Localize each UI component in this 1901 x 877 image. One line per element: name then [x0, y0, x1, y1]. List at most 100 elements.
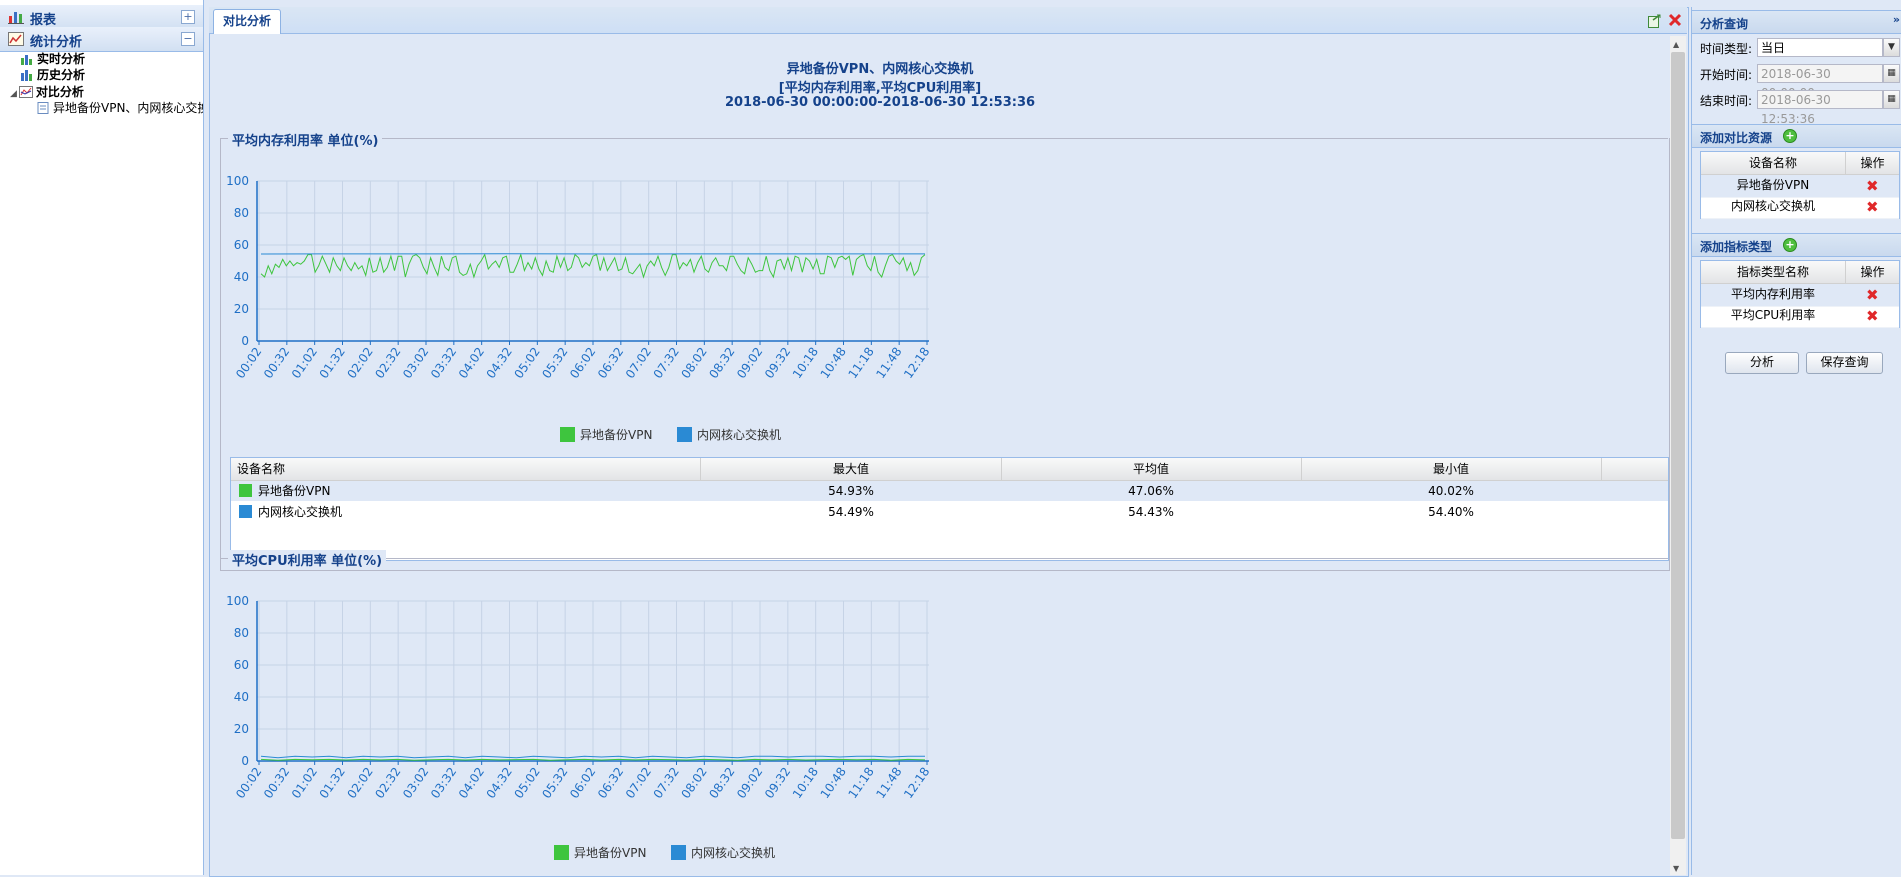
resource-col-action[interactable]: 操作 [1846, 152, 1899, 175]
memory-x-tick-label: 06:02 [567, 345, 598, 381]
list-item[interactable]: 平均内存利用率 ✖ [1701, 284, 1899, 307]
delete-icon[interactable]: ✖ [1866, 179, 1879, 193]
legend-label-switch: 内网核心交换机 [697, 428, 781, 442]
save-query-button[interactable]: 保存查询 [1806, 352, 1883, 374]
scrollbar-thumb[interactable] [1671, 52, 1685, 839]
resource-grid: 设备名称 操作 异地备份VPN ✖ 内网核心交换机 ✖ [1700, 151, 1900, 219]
memory-x-tick-label: 10:18 [790, 345, 821, 381]
cpu-x-tick-label: 00:02 [233, 765, 264, 801]
report-doc-icon [36, 102, 50, 114]
memory-legend-vpn[interactable]: 异地备份VPN [560, 426, 652, 443]
add-metric-icon[interactable]: + [1783, 238, 1797, 252]
memory-y-tick-label: 0 [241, 334, 249, 348]
tree-item-compare[interactable]: ◢对比分析 [10, 83, 84, 100]
scroll-down-icon[interactable]: ▼ [1673, 864, 1679, 873]
cpu-legend-vpn[interactable]: 异地备份VPN [554, 844, 646, 861]
cpu-x-tick-label: 04:32 [484, 765, 515, 801]
cpu-x-tick-label: 05:02 [511, 765, 542, 801]
compare-chart-icon [19, 86, 33, 98]
end-time-field[interactable]: 2018-06-30 12:53:36 [1757, 90, 1883, 109]
expand-icon[interactable]: + [181, 10, 195, 24]
metric-grid: 指标类型名称 操作 平均内存利用率 ✖ 平均CPU利用率 ✖ [1700, 260, 1900, 328]
metric-col-action[interactable]: 操作 [1846, 261, 1899, 284]
dropdown-arrow-icon[interactable]: ▼ [1883, 38, 1900, 57]
metric-col-name[interactable]: 指标类型名称 [1701, 261, 1846, 284]
legend-swatch-switch [671, 845, 686, 860]
metric-panel-title: 添加指标类型 [1700, 238, 1772, 255]
row-color-swatch [239, 505, 252, 518]
tree-item-compare-child[interactable]: 异地备份VPN、内网核心交换 [36, 99, 203, 116]
legend-swatch-vpn [554, 845, 569, 860]
cell-max: 54.49% [701, 502, 1001, 522]
cpu-x-tick-label: 10:48 [818, 765, 849, 801]
memory-x-tick-label: 01:02 [289, 345, 320, 381]
tree-item-history[interactable]: 历史分析 [20, 66, 85, 83]
memory-y-tick-label: 40 [234, 270, 249, 284]
memory-x-tick-label: 11:18 [845, 345, 876, 381]
cpu-x-tick-label: 04:02 [456, 765, 487, 801]
memory-y-tick-label: 80 [234, 206, 249, 220]
close-icon[interactable] [1668, 13, 1682, 27]
legend-label-vpn: 异地备份VPN [580, 428, 652, 442]
calendar-icon[interactable]: ▦ [1883, 90, 1900, 109]
delete-icon[interactable]: ✖ [1866, 309, 1879, 323]
query-panel-title: 分析查询 [1700, 15, 1748, 32]
memory-x-tick-label: 07:02 [623, 345, 654, 381]
time-type-label: 时间类型: [1700, 40, 1752, 57]
report-section-title: 报表 [30, 9, 56, 28]
memory-x-tick-label: 11:48 [873, 345, 904, 381]
memory-y-tick-label: 60 [234, 238, 249, 252]
resource-name: 异地备份VPN [1701, 175, 1845, 195]
table-row[interactable]: 内网核心交换机 54.49% 54.43% 54.40% [231, 502, 1668, 522]
col-header-avg[interactable]: 平均值 [1001, 458, 1302, 480]
cpu-y-tick-label: 80 [234, 626, 249, 640]
memory-x-tick-label: 10:48 [818, 345, 849, 381]
tree-expanded-icon[interactable]: ◢ [10, 89, 17, 99]
cell-avg: 47.06% [1001, 481, 1301, 501]
memory-x-tick-label: 03:32 [428, 345, 459, 381]
list-item[interactable]: 内网核心交换机 ✖ [1701, 196, 1899, 219]
tab-bar [209, 7, 1687, 34]
table-row[interactable]: 异地备份VPN 54.93% 47.06% 40.02% [231, 481, 1668, 501]
tree-label-history: 历史分析 [37, 68, 85, 82]
memory-x-tick-label: 09:32 [762, 345, 793, 381]
delete-icon[interactable]: ✖ [1866, 288, 1879, 302]
left-splitter[interactable] [204, 0, 208, 875]
col-header-max[interactable]: 最大值 [701, 458, 1002, 480]
col-header-min[interactable]: 最小值 [1301, 458, 1602, 480]
memory-x-tick-label: 07:32 [651, 345, 682, 381]
metric-name: 平均CPU利用率 [1701, 305, 1845, 325]
memory-x-tick-label: 00:32 [261, 345, 292, 381]
cpu-x-tick-label: 11:48 [873, 765, 904, 801]
calendar-icon[interactable]: ▦ [1883, 64, 1900, 83]
time-type-select[interactable]: 当日 [1757, 38, 1883, 57]
col-header-device[interactable]: 设备名称 [231, 458, 701, 480]
collapse-icon[interactable]: − [181, 32, 195, 46]
memory-legend-switch[interactable]: 内网核心交换机 [677, 426, 781, 443]
delete-icon[interactable]: ✖ [1866, 200, 1879, 214]
analyze-button[interactable]: 分析 [1725, 352, 1799, 374]
legend-label-vpn: 异地备份VPN [574, 846, 646, 860]
list-item[interactable]: 平均CPU利用率 ✖ [1701, 305, 1899, 328]
cpu-x-tick-label: 08:32 [706, 765, 737, 801]
cpu-section-title: 平均CPU利用率 单位(%) [228, 550, 386, 569]
metric-panel-header: 添加指标类型 + [1692, 233, 1901, 257]
tree-label-compare-child: 异地备份VPN、内网核心交换 [53, 101, 203, 115]
memory-x-tick-label: 05:02 [511, 345, 542, 381]
cpu-legend-switch[interactable]: 内网核心交换机 [671, 844, 775, 861]
export-icon[interactable] [1648, 14, 1662, 28]
tab-compare-analysis[interactable]: 对比分析 [213, 9, 281, 34]
start-time-field[interactable]: 2018-06-30 00:00:00 [1757, 64, 1883, 83]
list-item[interactable]: 异地备份VPN ✖ [1701, 175, 1899, 198]
add-resource-icon[interactable]: + [1783, 129, 1797, 143]
left-nav-panel: 报表 + 统计分析 − 实时分析 历史分析 ◢对比分析 异地备份VPN、内网核心… [0, 0, 204, 875]
stats-section-header[interactable]: 统计分析 − [0, 27, 203, 52]
start-time-label: 开始时间: [1700, 66, 1752, 83]
memory-x-tick-label: 01:32 [317, 345, 348, 381]
scroll-up-icon[interactable]: ▲ [1673, 40, 1679, 49]
resource-col-name[interactable]: 设备名称 [1701, 152, 1846, 175]
cpu-x-tick-label: 12:18 [901, 765, 932, 801]
memory-x-tick-label: 00:02 [233, 345, 264, 381]
collapse-panel-icon[interactable]: » [1893, 13, 1900, 26]
tree-item-realtime[interactable]: 实时分析 [20, 50, 85, 67]
